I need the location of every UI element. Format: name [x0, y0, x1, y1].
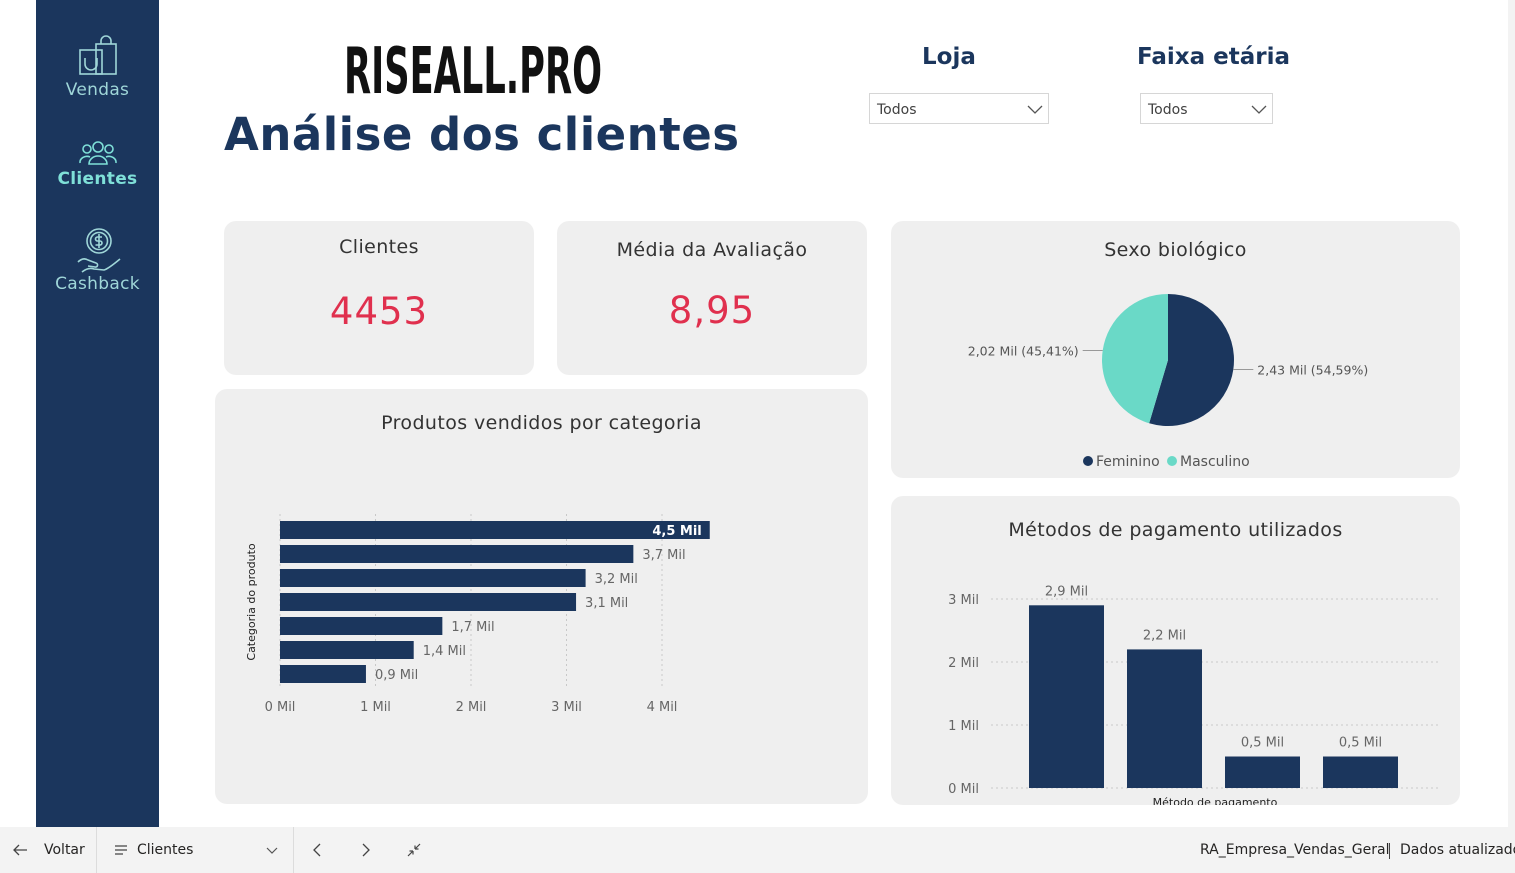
hbar-chart[interactable]: 0 Mil 1 Mil 2 Mil 3 Mil 4 Mil 4,5 Mil 3,7 Mil 3…	[215, 389, 868, 804]
bar-data-label: 3,1 Mil	[585, 596, 628, 611]
bar-data-label: 3,2 Mil	[595, 572, 638, 587]
kpi-value: 4453	[329, 290, 429, 333]
pie-data-label: 2,02 Mil (45,41%)	[968, 343, 1079, 358]
bar-data-label: 4,5 Mil	[652, 524, 701, 539]
bar[interactable]	[1225, 756, 1300, 789]
chevron-right-icon	[362, 843, 370, 857]
bar-data-label: 0,5 Mil	[1339, 736, 1382, 751]
pie-card-sexo: Sexo biológico 2,43 Mil (54,59%) 2,02 Mil…	[891, 221, 1460, 478]
bar-data-label: 0,5 Mil	[1241, 736, 1284, 751]
back-button[interactable]: Voltar	[12, 827, 85, 873]
prev-page-button[interactable]	[311, 827, 323, 873]
bar-data-label: 2,2 Mil	[1143, 628, 1186, 643]
page-selector[interactable]: Clientes	[114, 827, 280, 873]
users-icon	[78, 141, 117, 165]
sidebar-item-label: Cashback	[55, 274, 140, 294]
x-axis-label: Método de pagamento	[1153, 796, 1278, 805]
back-label: Voltar	[44, 842, 85, 858]
y-axis-label: Categoria do produto	[245, 543, 258, 660]
report-canvas: Vendas Clientes Cashback RISEALL.PRO Aná…	[0, 0, 1515, 873]
bar[interactable]	[280, 665, 366, 683]
collapse-icon	[407, 843, 421, 857]
legend-label: Feminino	[1096, 454, 1160, 470]
bar[interactable]	[280, 545, 634, 563]
kpi-value: 8,95	[668, 289, 756, 332]
logo-text: RISEALL.PRO	[344, 38, 602, 98]
bar[interactable]	[280, 641, 414, 659]
filter-loja-dropdown[interactable]: Todos	[869, 93, 1049, 124]
bar-card-pagamento: Métodos de pagamento utilizados 0 Mil 1 M…	[891, 496, 1460, 805]
chevron-down-icon	[1027, 105, 1043, 114]
vbar-chart[interactable]: 0 Mil 1 Mil 2 Mil 3 Mil 2,9 Mil 2,2 Mil 0,5 Mi…	[891, 496, 1460, 805]
divider	[293, 827, 294, 873]
sidebar-nav: Vendas Clientes Cashback	[36, 0, 159, 827]
y-tick-label: 3 Mil	[948, 593, 979, 608]
list-icon	[115, 845, 127, 855]
pie-data-label: 2,43 Mil (54,59%)	[1257, 363, 1368, 378]
x-tick-label: 1 Mil	[360, 700, 391, 715]
x-tick-label: 0 Mil	[265, 700, 296, 715]
divider	[1389, 843, 1390, 859]
chevron-down-icon	[266, 847, 278, 854]
refresh-status: Dados atualizados	[1400, 842, 1515, 858]
kpi-card-clientes: Clientes 4453	[224, 221, 534, 375]
bar[interactable]	[280, 569, 586, 587]
sidebar-item-label: Clientes	[57, 169, 138, 189]
bar-data-label: 2,9 Mil	[1045, 584, 1088, 599]
x-tick-label: 4 Mil	[647, 700, 678, 715]
sidebar-item-vendas[interactable]: Vendas	[36, 34, 159, 100]
pie-chart[interactable]: 2,43 Mil (54,59%) 2,02 Mil (45,41%) Femini…	[891, 221, 1460, 478]
bar-card-categorias: Produtos vendidos por categoria 0 Mil 1 M…	[215, 389, 868, 804]
bar[interactable]	[280, 521, 710, 539]
legend-marker	[1167, 456, 1177, 466]
chevron-down-icon	[1251, 105, 1267, 114]
shopping-bag-icon	[78, 35, 117, 75]
page-title: Análise dos clientes	[224, 108, 740, 161]
x-tick-label: 2 Mil	[456, 700, 487, 715]
right-scroll-strip	[1508, 0, 1515, 827]
bar[interactable]	[1127, 649, 1202, 788]
legend-label: Masculino	[1180, 454, 1250, 470]
kpi-title: Clientes	[339, 236, 419, 258]
dropdown-value: Todos	[1148, 102, 1188, 118]
chevron-left-icon	[313, 843, 321, 857]
legend-marker	[1083, 456, 1093, 466]
y-tick-label: 1 Mil	[948, 719, 979, 734]
divider	[96, 827, 97, 873]
x-tick-label: 3 Mil	[551, 700, 582, 715]
fit-page-button[interactable]	[407, 827, 421, 873]
bar[interactable]	[280, 593, 577, 611]
bar-data-label: 1,4 Mil	[423, 644, 466, 659]
next-page-button[interactable]	[360, 827, 372, 873]
sidebar-item-label: Vendas	[65, 80, 130, 100]
cashback-hand-icon	[76, 228, 121, 273]
arrow-left-icon	[13, 844, 27, 856]
riseall-logo: RISEALL.PRO	[344, 38, 602, 98]
bar-data-label: 0,9 Mil	[375, 668, 418, 683]
filter-faixa-title: Faixa etária	[1137, 44, 1290, 70]
bar[interactable]	[280, 617, 443, 635]
bottom-nav-bar: Voltar Clientes RA_Empresa_Vendas_Geral …	[0, 827, 1515, 873]
bar[interactable]	[1029, 605, 1104, 788]
kpi-card-media-avaliacao: Média da Avaliação 8,95	[557, 221, 867, 375]
sidebar-item-clientes[interactable]: Clientes	[36, 138, 159, 189]
kpi-title: Média da Avaliação	[616, 239, 808, 261]
bar[interactable]	[1323, 756, 1398, 789]
filter-faixa-dropdown[interactable]: Todos	[1140, 93, 1273, 124]
page-selector-label: Clientes	[137, 842, 194, 858]
filter-loja-title: Loja	[922, 44, 976, 70]
sidebar-item-cashback[interactable]: Cashback	[36, 224, 159, 294]
bar-data-label: 1,7 Mil	[451, 620, 494, 635]
dataset-name: RA_Empresa_Vendas_Geral	[1200, 842, 1390, 858]
y-tick-label: 2 Mil	[948, 656, 979, 671]
bar-data-label: 3,7 Mil	[642, 548, 685, 563]
y-tick-label: 0 Mil	[948, 782, 979, 797]
dropdown-value: Todos	[877, 102, 917, 118]
